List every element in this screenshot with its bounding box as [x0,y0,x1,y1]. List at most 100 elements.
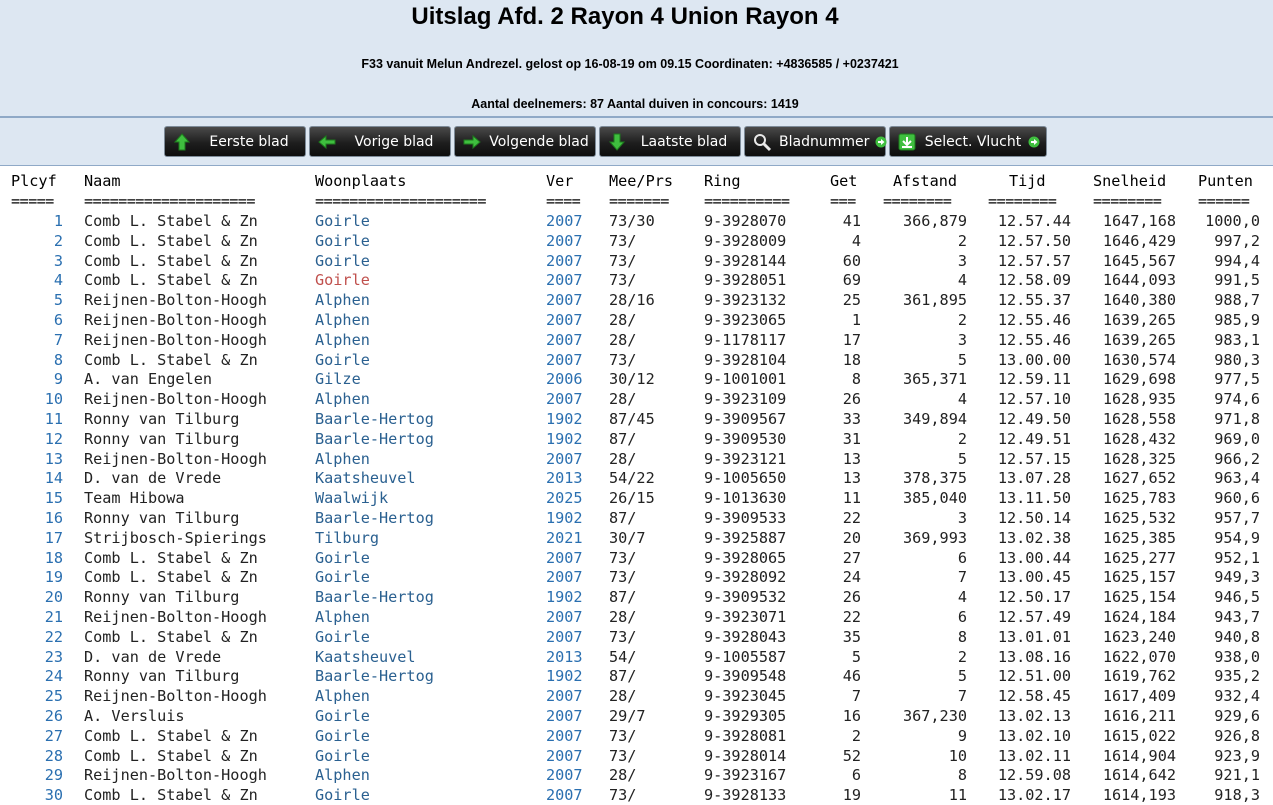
previous-page-button[interactable]: Vorige blad [309,126,451,157]
cell-get: 24 [842,568,861,587]
cell-rank[interactable]: 2 [54,231,63,251]
cell-rank[interactable]: 7 [54,330,63,350]
cell-club[interactable]: 2007 [546,211,583,231]
cell-rank[interactable]: 28 [45,746,63,766]
cell-club[interactable]: 2007 [546,330,583,350]
cell-rank[interactable]: 12 [45,429,63,449]
cell-rank[interactable]: 15 [45,488,63,508]
cell-location[interactable]: Alphen [315,389,370,409]
cell-rank[interactable]: 27 [45,726,63,746]
cell-rank[interactable]: 13 [45,449,63,469]
cell-rank[interactable]: 9 [54,369,63,389]
cell-rank[interactable]: 11 [45,409,63,429]
page-number-button[interactable]: Bladnummer [744,126,887,157]
cell-club[interactable]: 2013 [546,468,583,488]
last-page-button[interactable]: Laatste blad [599,126,741,157]
cell-rank[interactable]: 6 [54,310,63,330]
cell-location[interactable]: Goirle [315,567,370,587]
cell-location[interactable]: Alphen [315,686,370,706]
cell-club[interactable]: 2007 [546,765,583,785]
cell-club[interactable]: 2007 [546,310,583,330]
cell-location[interactable]: Alphen [315,765,370,785]
cell-club[interactable]: 2007 [546,449,583,469]
cell-club[interactable]: 2006 [546,369,583,389]
cell-location[interactable]: Baarle-Hertog [315,409,434,429]
cell-club[interactable]: 1902 [546,587,583,607]
cell-club[interactable]: 2025 [546,488,583,508]
cell-rank[interactable]: 23 [45,647,63,667]
cell-location[interactable]: Tilburg [315,528,379,548]
cell-club[interactable]: 2007 [546,686,583,706]
cell-club[interactable]: 2007 [546,627,583,647]
cell-club[interactable]: 2007 [546,350,583,370]
table-row: 4 Comb L. Stabel & Zn Goirle 2007 73/9-39280… [0,270,1273,290]
cell-location[interactable]: Kaatsheuvel [315,647,416,667]
cell-location[interactable]: Goirle [315,270,370,290]
cell-club[interactable]: 2007 [546,567,583,587]
cell-rank[interactable]: 20 [45,587,63,607]
cell-club[interactable]: 2007 [546,726,583,746]
cell-rank[interactable]: 18 [45,548,63,568]
cell-rank[interactable]: 14 [45,468,63,488]
cell-location[interactable]: Goirle [315,211,370,231]
cell-location[interactable]: Baarle-Hertog [315,666,434,686]
cell-rank[interactable]: 25 [45,686,63,706]
cell-rank[interactable]: 8 [54,350,63,370]
cell-rank[interactable]: 10 [45,389,63,409]
select-flight-button[interactable]: Select. Vlucht [889,126,1047,157]
cell-club[interactable]: 2013 [546,647,583,667]
cell-location[interactable]: Baarle-Hertog [315,508,434,528]
cell-location[interactable]: Kaatsheuvel [315,468,416,488]
cell-club[interactable]: 2007 [546,746,583,766]
cell-location[interactable]: Goirle [315,350,370,370]
cell-location[interactable]: Goirle [315,548,370,568]
cell-location[interactable]: Goirle [315,627,370,647]
cell-rank[interactable]: 22 [45,627,63,647]
cell-location[interactable]: Goirle [315,231,370,251]
cell-location[interactable]: Alphen [315,607,370,627]
cell-location[interactable]: Alphen [315,310,370,330]
cell-rank[interactable]: 4 [54,270,63,290]
cell-club[interactable]: 2007 [546,389,583,409]
cell-location[interactable]: Gilze [315,369,361,389]
cell-location[interactable]: Goirle [315,251,370,271]
cell-location[interactable]: Alphen [315,290,370,310]
cell-location[interactable]: Baarle-Hertog [315,587,434,607]
cell-club[interactable]: 2007 [546,290,583,310]
cell-time: 12.57.49 [997,608,1071,626]
cell-rank[interactable]: 17 [45,528,63,548]
cell-mee-prs: 28/ [609,608,637,626]
cell-club[interactable]: 2007 [546,706,583,726]
cell-location[interactable]: Goirle [315,785,370,805]
cell-club[interactable]: 2021 [546,528,583,548]
cell-location[interactable]: Alphen [315,449,370,469]
cell-club[interactable]: 1902 [546,666,583,686]
cell-rank[interactable]: 26 [45,706,63,726]
cell-club[interactable]: 2007 [546,607,583,627]
cell-rank[interactable]: 16 [45,508,63,528]
cell-location[interactable]: Alphen [315,330,370,350]
next-page-button[interactable]: Volgende blad [454,126,596,157]
cell-location[interactable]: Goirle [315,726,370,746]
cell-location[interactable]: Goirle [315,746,370,766]
cell-location[interactable]: Waalwijk [315,488,388,508]
cell-rank[interactable]: 1 [54,211,63,231]
cell-club[interactable]: 2007 [546,548,583,568]
cell-location[interactable]: Baarle-Hertog [315,429,434,449]
cell-club[interactable]: 2007 [546,785,583,805]
cell-rank[interactable]: 19 [45,567,63,587]
cell-club[interactable]: 2007 [546,251,583,271]
cell-rank[interactable]: 5 [54,290,63,310]
cell-location[interactable]: Goirle [315,706,370,726]
cell-club[interactable]: 1902 [546,508,583,528]
first-page-button[interactable]: Eerste blad [164,126,306,157]
cell-club[interactable]: 2007 [546,231,583,251]
cell-rank[interactable]: 30 [45,785,63,805]
cell-rank[interactable]: 29 [45,765,63,785]
cell-rank[interactable]: 24 [45,666,63,686]
cell-rank[interactable]: 21 [45,607,63,627]
cell-club[interactable]: 2007 [546,270,583,290]
cell-rank[interactable]: 3 [54,251,63,271]
cell-club[interactable]: 1902 [546,409,583,429]
cell-club[interactable]: 1902 [546,429,583,449]
